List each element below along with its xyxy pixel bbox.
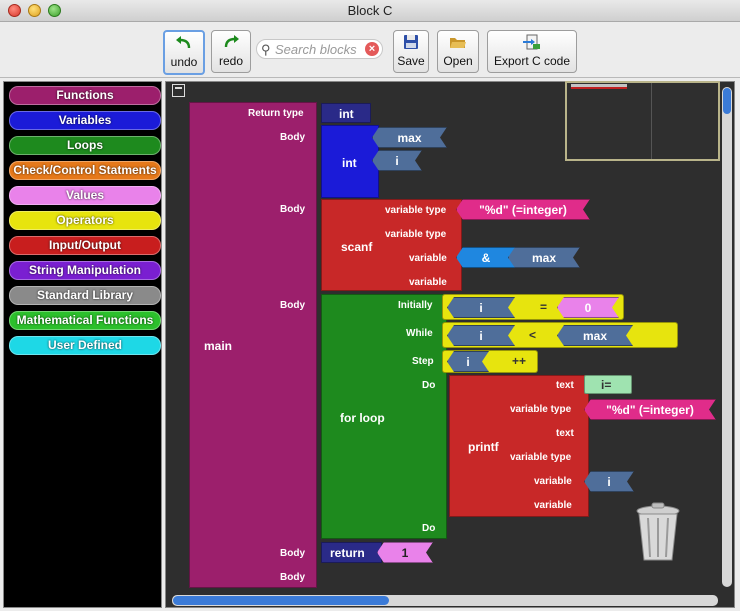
variable-max-block-2[interactable]: max [508, 247, 580, 268]
scanf-vartype2-label: variable type [385, 229, 447, 240]
floppy-disk-icon [394, 34, 428, 52]
printf-label: printf [468, 440, 499, 454]
category-input-output[interactable]: Input/Output [9, 236, 161, 255]
printf-var2-label: variable [534, 500, 572, 511]
string-text-block[interactable]: i= [584, 375, 632, 394]
return-value-block[interactable]: 1 [377, 542, 433, 563]
undo-label: undo [170, 55, 198, 69]
printf-vartype-label: variable type [510, 404, 572, 415]
redo-label: redo [218, 54, 244, 68]
search-icon: ⚲ [261, 42, 271, 57]
printf-var-label: variable [534, 476, 572, 487]
decl-type-label: int [342, 156, 357, 170]
category-functions[interactable]: Functions [9, 86, 161, 105]
workspace-minimap[interactable] [565, 81, 720, 161]
block-category-sidebar: Functions Variables Loops Check/Control Sta… [3, 81, 162, 608]
scanf-label: scanf [341, 240, 373, 254]
return-type-int-block[interactable]: int [321, 103, 371, 123]
while-label: While [406, 328, 433, 339]
scanf-var2-label: variable [409, 277, 447, 288]
do-label: Do [422, 380, 436, 391]
body-label-3: Body [280, 300, 305, 311]
window-title: Block C [347, 3, 393, 18]
collapse-icon[interactable] [172, 84, 185, 97]
printf-block[interactable]: printf text variable type text variable … [449, 375, 589, 517]
category-string-manipulation[interactable]: String Manipulation [9, 261, 161, 280]
title-bar: Block C [0, 0, 740, 22]
step-label: Step [412, 356, 434, 367]
printf-format-integer-block[interactable]: "%d" (=integer) [584, 399, 716, 420]
variable-max-block[interactable]: max [372, 127, 447, 148]
save-button[interactable]: Save [393, 30, 429, 73]
init-operator: = [540, 300, 548, 314]
scanf-vartype-label: variable type [385, 205, 447, 216]
init-value-zero-block[interactable]: 0 [557, 297, 619, 318]
category-loops[interactable]: Loops [9, 136, 161, 155]
body-label-5: Body [280, 572, 305, 583]
cond-variable-i-block[interactable]: i [447, 325, 515, 346]
folder-icon [438, 34, 478, 52]
category-user-defined[interactable]: User Defined [9, 336, 161, 355]
search-field[interactable]: ⚲ × [256, 39, 383, 59]
scanf-block[interactable]: scanf variable type variable type variab… [321, 199, 462, 291]
redo-button[interactable]: redo [211, 30, 251, 73]
for-loop-label: for loop [340, 411, 385, 425]
format-integer-block[interactable]: "%d" (=integer) [456, 199, 590, 220]
main-function-block[interactable]: main Return type Body Body Body Body Bod… [189, 102, 317, 588]
export-label: Export C code [493, 54, 571, 68]
save-label: Save [397, 54, 425, 68]
printf-text2-label: text [556, 428, 574, 439]
undo-arrow-icon [165, 35, 203, 53]
trash-can-icon[interactable] [634, 502, 682, 564]
body-label-2: Body [280, 204, 305, 215]
category-operators[interactable]: Operators [9, 211, 161, 230]
cond-operator: < [529, 328, 537, 342]
body-label-1: Body [280, 132, 305, 143]
init-variable-i-block[interactable]: i [447, 297, 515, 318]
category-values[interactable]: Values [9, 186, 161, 205]
category-standard-library[interactable]: Standard Library [9, 286, 161, 305]
category-mathematical-functions[interactable]: Mathematical Functions [9, 311, 161, 330]
toolbar: undo redo ⚲ × Save Open Export C code [0, 23, 740, 78]
printf-vartype2-label: variable type [510, 452, 572, 463]
variable-i-block[interactable]: i [372, 150, 422, 171]
undo-button[interactable]: undo [163, 30, 205, 75]
return-type-label: Return type [248, 108, 304, 119]
vertical-scrollbar[interactable] [722, 87, 732, 587]
cond-variable-max-block[interactable]: max [557, 325, 633, 346]
return-block[interactable]: return [321, 542, 382, 563]
do-end-label: Do [422, 523, 436, 534]
clear-search-icon[interactable]: × [365, 42, 379, 56]
address-of-operator-block[interactable]: & [456, 247, 516, 268]
return-type-value: int [339, 107, 354, 121]
category-check-control-statments[interactable]: Check/Control Statments [9, 161, 161, 180]
for-loop-block[interactable]: for loop Initially While Step Do Do [321, 294, 447, 539]
return-label: return [330, 546, 365, 560]
horizontal-scroll-thumb[interactable] [173, 596, 389, 605]
step-operator: ++ [512, 354, 527, 368]
open-button[interactable]: Open [437, 30, 479, 73]
int-declaration-block[interactable]: int [321, 125, 379, 198]
printf-text-label: text [556, 380, 574, 391]
printf-text-value: i= [601, 378, 612, 392]
body-label-4: Body [280, 548, 305, 559]
export-c-code-button[interactable]: Export C code [487, 30, 577, 73]
open-label: Open [443, 54, 473, 68]
category-variables[interactable]: Variables [9, 111, 161, 130]
search-input[interactable] [275, 42, 363, 57]
redo-arrow-icon [212, 34, 250, 52]
scanf-var-label: variable [409, 253, 447, 264]
initially-label: Initially [398, 300, 433, 311]
printf-variable-i-block[interactable]: i [584, 471, 634, 492]
main-label: main [204, 339, 233, 353]
export-document-icon [488, 34, 576, 52]
vertical-scroll-thumb[interactable] [723, 88, 731, 114]
